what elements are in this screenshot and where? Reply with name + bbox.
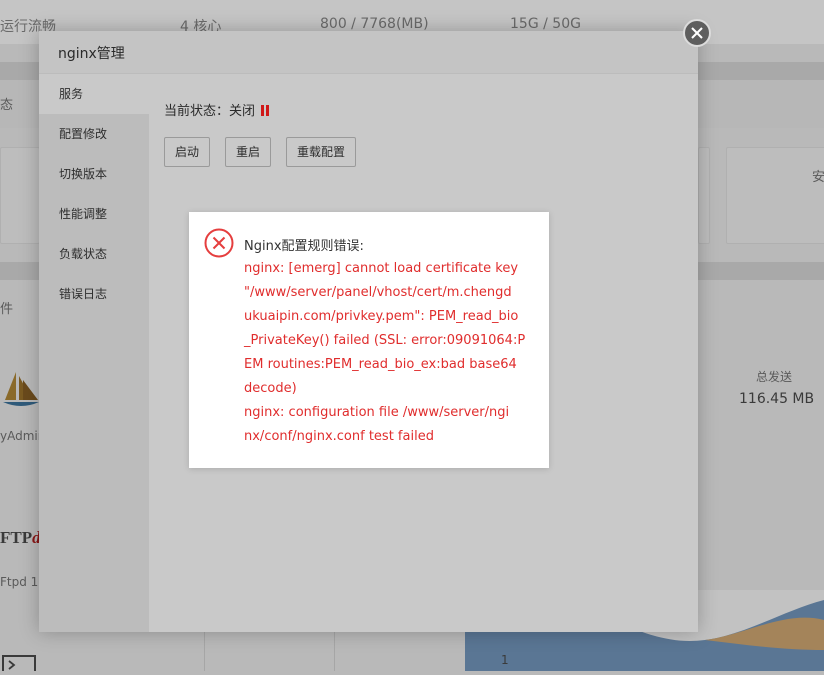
status-label: 当前状态： — [164, 104, 230, 119]
sidebar-item-label: 配置修改 — [59, 127, 108, 141]
modal-sidebar: 服务 配置修改 切换版本 性能调整 负载状态 错误日志 — [39, 74, 149, 632]
error-circle-icon — [204, 228, 234, 262]
ftp-logo: FTPd — [0, 528, 41, 547]
start-button[interactable]: 启动 — [164, 137, 210, 167]
error-line: ukuaipin.com/privkey.pem": PEM_read_bio — [244, 309, 519, 324]
status-value: 关闭 — [229, 104, 256, 119]
error-line: EM routines:PEM_read_bio_ex:bad base64 — [244, 357, 517, 372]
total-sent-value: 116.45 MB — [739, 391, 815, 407]
sailboat-icon — [2, 370, 40, 414]
sidebar-item-performance[interactable]: 性能调整 — [39, 194, 149, 234]
sidebar-item-error-log[interactable]: 错误日志 — [39, 274, 149, 314]
sidebar-item-config[interactable]: 配置修改 — [39, 114, 149, 154]
section-title-fragment: 态 — [0, 98, 14, 113]
software-section-fragment: 件 — [0, 302, 14, 317]
stat-memory: 800 / 7768(MB) — [320, 16, 429, 32]
security-card-fragment: 安 — [812, 170, 824, 185]
bg-card — [698, 147, 710, 244]
sidebar-item-label: 切换版本 — [59, 167, 108, 181]
reload-config-button[interactable]: 重载配置 — [286, 137, 356, 167]
bg-card — [726, 147, 824, 244]
total-sent-label: 总发送 — [756, 370, 793, 384]
error-line: _PrivateKey() failed (SSL: error:0909106… — [244, 333, 526, 348]
sidebar-item-label: 服务 — [59, 87, 84, 101]
modal-title: nginx管理 — [58, 46, 125, 62]
sidebar-item-switch-version[interactable]: 切换版本 — [39, 154, 149, 194]
sidebar-item-label: 错误日志 — [59, 287, 108, 301]
service-status: 当前状态：关闭 — [164, 100, 271, 120]
error-line: nx/conf/nginx.conf test failed — [244, 429, 434, 444]
error-line: decode) — [244, 381, 297, 396]
error-line: nginx: configuration file /www/server/ng… — [244, 405, 510, 420]
bg-card — [0, 147, 40, 244]
pause-icon — [261, 105, 271, 120]
sidebar-item-label: 负载状态 — [59, 247, 108, 261]
sidebar-item-service[interactable]: 服务 — [39, 74, 149, 114]
sidebar-item-load-status[interactable]: 负载状态 — [39, 234, 149, 274]
error-dialog: Nginx配置规则错误: nginx: [emerg] cannot load … — [189, 212, 549, 468]
error-line: "/www/server/panel/vhost/cert/m.chengd — [244, 285, 512, 300]
terminal-icon[interactable] — [2, 655, 36, 671]
stat-disk: 15G / 50G — [510, 16, 581, 32]
error-title: Nginx配置规则错误: — [244, 239, 364, 254]
error-line: nginx: [emerg] cannot load certificate k… — [244, 261, 519, 276]
chart-tick: 1 — [501, 653, 509, 667]
error-message: nginx: [emerg] cannot load certificate k… — [244, 257, 534, 449]
sidebar-item-label: 性能调整 — [59, 207, 108, 221]
restart-button[interactable]: 重启 — [225, 137, 271, 167]
close-icon[interactable] — [683, 19, 711, 47]
modal-header: nginx管理 — [39, 31, 698, 74]
